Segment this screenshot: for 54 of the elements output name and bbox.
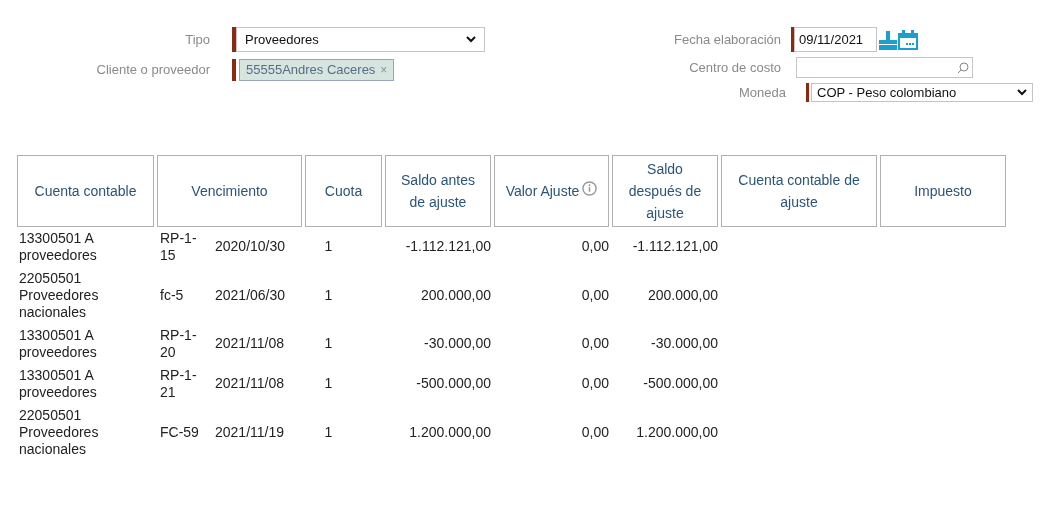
table-cell: 2021/11/08 [215,375,285,392]
search-icon [957,61,969,74]
table-cell-text: 22050501 Proveedores nacionales [18,406,100,458]
table-cell-text: 0,00 [580,423,609,441]
table-cell-text: 0,00 [580,238,609,255]
table-cell-text: RP-1-20 [159,326,198,361]
table-cell-text: 200.000,00 [646,286,718,304]
column-header: Cuenta contable [17,154,154,227]
tipo-select[interactable]: Proveedores [236,27,485,52]
table-cell-text: 1.200.000,00 [635,423,718,441]
column-header: Impuesto [880,154,1006,227]
table-cell-text: 13300501 A proveedores [18,366,98,401]
table-cell-text: fc-5 [159,286,185,304]
chevron-down-icon [1017,89,1027,97]
table-cell-text: 13300501 A proveedores [18,326,98,361]
column-header: Valor Ajuste [494,154,609,227]
field-label: Tipo [184,30,210,49]
table-cell-text: -1.112.121,00 [631,238,718,255]
field-label: Fecha elaboración [673,30,781,49]
table-cell-text: 13300501 A proveedores [18,229,98,264]
table-cell-text: -30.000,00 [423,335,491,352]
table-cell: 2021/11/19 [215,423,285,441]
calendar-icon[interactable] [898,29,918,50]
date-field[interactable]: 09/11/2021 [794,27,877,52]
table-cell: 2020/10/30 [215,238,286,255]
field-label: Moneda [738,84,786,102]
cost-center-search-field[interactable] [796,57,973,78]
table-cell-text: 200.000,00 [419,286,491,304]
table-cell-text: 0,00 [580,286,609,304]
column-header: Vencimiento [157,154,302,227]
column-header: Cuenta contable de ajuste [721,154,877,227]
table-cell-text: -30.000,00 [650,335,718,352]
table-cell: 2021/06/30 [215,286,286,304]
field-label: Centro de costo [688,58,781,77]
table-cell-text: FC-59 [159,423,200,441]
table-cell-text: -500.000,00 [415,375,491,392]
column-header: Saldo después de ajuste [612,154,718,227]
info-icon [582,181,598,196]
clear-brush-icon[interactable] [879,29,897,50]
column-header: Cuota [305,154,382,227]
field-label: Cliente o proveedor [95,61,210,80]
chevron-down-icon [466,36,476,43]
table-cell-text: 0,00 [580,335,609,352]
table-cell-text: RP-1-21 [159,366,198,401]
table-cell-text: RP-1-15 [159,229,198,264]
selected-contact-tag[interactable]: 55555Andres Caceres × [239,59,395,81]
column-header: Saldo antes de ajuste [385,154,491,227]
table-cell-text: 22050501 Proveedores nacionales [18,269,100,321]
table-cell-text: 1.200.000,00 [408,423,491,441]
table-cell-text: 0,00 [580,375,609,392]
table-cell-text: -500.000,00 [642,375,718,392]
table-cell: 2021/11/08 [215,335,285,352]
table-cell-text: -1.112.121,00 [404,238,491,255]
moneda-select[interactable]: COP - Peso colombiano [811,83,1033,103]
